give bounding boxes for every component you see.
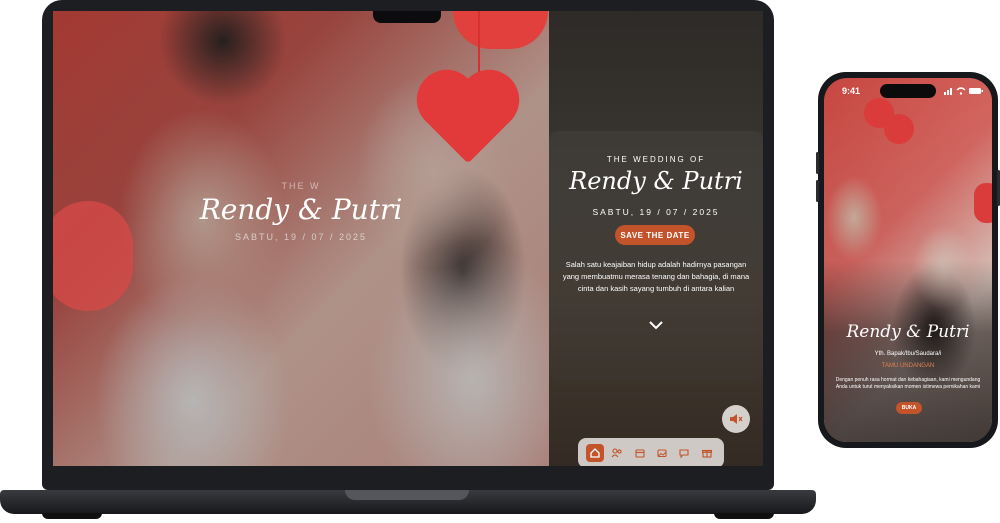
laptop-foot-right [714, 513, 774, 519]
left-couple-title: Rendy & Putri [199, 193, 403, 226]
wedding-date: SABTU, 19 / 07 / 2025 [592, 207, 720, 217]
wifi-icon [956, 87, 966, 95]
left-eyebrow: THE W [281, 181, 321, 191]
left-title-block: THE W Rendy & Putri SABTU, 19 / 07 / 202… [53, 181, 549, 242]
phone-couple-title: Rendy & Putri [846, 322, 970, 342]
couple-icon [612, 448, 623, 458]
gallery-icon [657, 449, 667, 458]
laptop-lip [345, 490, 469, 500]
save-the-date-button[interactable]: SAVE THE DATE [615, 225, 695, 245]
home-icon [590, 448, 600, 458]
phone-heart-decoration [974, 183, 992, 223]
nav-message[interactable] [675, 444, 693, 462]
couple-title: Rendy & Putri [569, 167, 743, 195]
open-invitation-button[interactable]: BUKA [896, 402, 922, 414]
phone-invitation-text: Dengan penuh rasa hormat dan kebahagiaan… [835, 377, 981, 390]
gift-icon [701, 449, 712, 458]
hanging-heart-decoration [425, 78, 511, 164]
wedding-eyebrow: THE WEDDING OF [606, 155, 706, 164]
mute-button[interactable] [722, 405, 750, 433]
chevron-down-icon[interactable] [646, 318, 666, 332]
phone-heart-decoration [884, 114, 914, 144]
speaker-mute-icon [730, 414, 743, 424]
heart-decoration-top [453, 11, 548, 49]
left-wedding-date: SABTU, 19 / 07 / 2025 [234, 232, 368, 242]
invitation-quote: Salah satu keajaiban hidup adalah hadirn… [562, 260, 750, 293]
message-icon [679, 449, 690, 459]
signal-icon [944, 88, 952, 95]
phone-volume-up [816, 152, 819, 174]
invitation-panel: THE WEDDING OF Rendy & Putri SABTU, 19 /… [549, 11, 763, 466]
phone-volume-down [816, 180, 819, 202]
bottom-navigation [578, 438, 724, 466]
laptop-screen: THE W Rendy & Putri SABTU, 19 / 07 / 202… [53, 11, 763, 466]
nav-home[interactable] [586, 444, 605, 462]
nav-couple[interactable] [608, 444, 626, 462]
couple-photo-panel: THE W Rendy & Putri SABTU, 19 / 07 / 202… [53, 11, 549, 466]
status-icons [944, 87, 983, 95]
status-time: 9:41 [842, 86, 861, 96]
guest-salutation: Yth. Bapak/Ibu/Saudara/i [874, 351, 942, 357]
camera-notch [373, 11, 441, 23]
calendar-icon [635, 449, 645, 458]
laptop-foot-left [42, 513, 102, 519]
guest-name-label: TAMU UNDANGAN [881, 363, 935, 369]
nav-gift[interactable] [698, 444, 716, 462]
nav-calendar[interactable] [631, 444, 649, 462]
dynamic-island [880, 84, 936, 98]
battery-icon [969, 88, 983, 94]
nav-gallery[interactable] [653, 444, 671, 462]
